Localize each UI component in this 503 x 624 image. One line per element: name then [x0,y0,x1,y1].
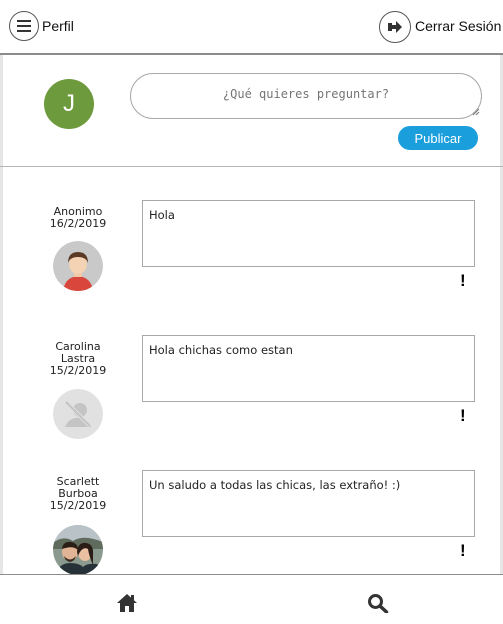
home-icon[interactable] [116,593,138,613]
report-button[interactable]: ! [460,541,466,561]
post-author-info: Anonimo 16/2/2019 [38,206,118,230]
menu-button[interactable] [9,11,39,41]
user-avatar: J [44,79,94,129]
sign-out-icon [388,21,402,33]
post-message: Un saludo a todas las chicas, las extrañ… [142,470,475,537]
post-date: 15/2/2019 [49,364,107,377]
report-button[interactable]: ! [460,271,466,291]
top-bar: Perfil Cerrar Sesión [0,0,503,55]
post-message: Hola [142,200,475,267]
post-message: Hola chichas como estan [142,335,475,402]
bottom-nav [0,574,503,624]
post-author-info: Scarlett Burboa 15/2/2019 [38,476,118,512]
resize-grip-icon[interactable] [472,108,480,116]
anonymous-cartoon-avatar [53,241,103,291]
logout-button[interactable] [379,11,411,43]
publish-button[interactable]: Publicar [398,126,478,150]
compose-section: J Publicar [0,55,503,167]
no-photo-placeholder-icon [53,389,103,439]
report-button[interactable]: ! [460,406,466,426]
search-icon[interactable] [367,593,389,613]
post-date: 15/2/2019 [49,499,107,512]
post-date: 16/2/2019 [49,217,107,230]
hamburger-menu-icon [17,20,31,32]
question-input[interactable] [130,73,482,119]
couple-photo-avatar [53,525,103,575]
post-item: Carolina Lastra 15/2/2019 Hola chichas c… [0,335,503,470]
post-item: Anonimo 16/2/2019 Hola ! [0,200,503,335]
profile-link[interactable]: Perfil [42,18,74,34]
logout-link[interactable]: Cerrar Sesión [415,18,501,34]
post-author-info: Carolina Lastra 15/2/2019 [38,341,118,377]
